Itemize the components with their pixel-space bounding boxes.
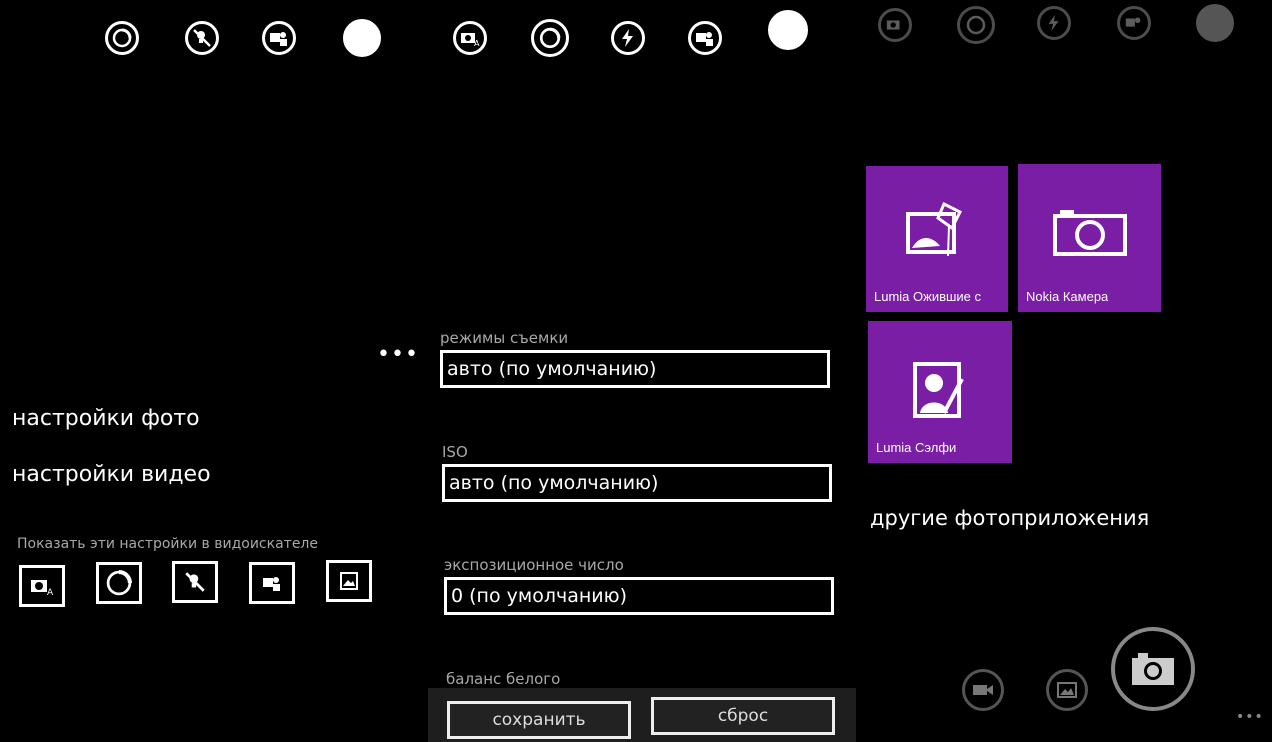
exposure-value-label: экспозиционное число [444, 556, 624, 574]
more-options-button[interactable]: ••• [377, 344, 419, 366]
gallery-icon[interactable] [1046, 669, 1088, 711]
scene-portrait-icon[interactable] [262, 21, 296, 55]
reset-button[interactable]: сброс [651, 697, 835, 735]
camera-auto-icon[interactable]: A [19, 565, 65, 607]
video-camera-icon[interactable] [962, 669, 1004, 711]
exposure-toggle-icon[interactable] [105, 21, 139, 55]
iso-label: ISO [442, 443, 468, 461]
focus-assist-off-icon[interactable] [172, 561, 218, 603]
shooting-mode-select[interactable]: авто (по умолчанию) [440, 350, 830, 388]
exposure-icon[interactable] [531, 19, 569, 57]
white-balance-label: баланс белого [446, 670, 561, 688]
flash-auto-icon[interactable] [1037, 6, 1071, 40]
exposure-icon[interactable] [96, 562, 142, 604]
tile-label: Nokia Камера [1026, 289, 1109, 304]
scene-portrait-icon[interactable] [249, 562, 295, 604]
app-bar-more-button[interactable]: ••• [1236, 710, 1264, 724]
save-button[interactable]: сохранить [447, 701, 631, 739]
image-icon[interactable] [326, 560, 372, 602]
white-balance-icon[interactable] [1196, 4, 1234, 42]
camera-auto-icon[interactable] [878, 8, 912, 42]
camera-icon [1132, 653, 1174, 685]
white-balance-icon[interactable] [343, 19, 381, 57]
svg-text:A: A [474, 39, 480, 48]
viewfinder-settings-label: Показать эти настройки в видоискателе [17, 536, 318, 552]
scene-portrait-icon[interactable] [688, 21, 722, 55]
tile-label: Lumia Ожившие с [874, 289, 982, 304]
white-balance-icon[interactable] [768, 10, 808, 50]
svg-text:A: A [47, 588, 54, 597]
flash-auto-icon[interactable] [611, 21, 645, 55]
selfie-icon [912, 361, 972, 427]
tile-lumia-selfie[interactable]: Lumia Сэлфи [868, 321, 1012, 463]
video-settings-link[interactable]: настройки видео [12, 462, 211, 487]
shooting-mode-label: режимы съемки [440, 329, 569, 347]
focus-assist-off-icon[interactable] [185, 21, 219, 55]
kite-photo-icon [904, 200, 968, 268]
shutter-button[interactable] [1111, 627, 1195, 711]
camera-icon [1052, 208, 1128, 262]
exposure-icon[interactable] [957, 6, 995, 44]
other-photo-apps-link[interactable]: другие фотоприложения [870, 506, 1149, 530]
exposure-value-select[interactable]: 0 (по умолчанию) [444, 577, 834, 615]
camera-auto-icon[interactable]: A [453, 21, 487, 55]
tile-nokia-camera[interactable]: Nokia Камера [1018, 164, 1161, 312]
tile-label: Lumia Сэлфи [876, 440, 957, 455]
photo-settings-link[interactable]: настройки фото [12, 406, 200, 431]
iso-select[interactable]: авто (по умолчанию) [442, 464, 832, 502]
scene-portrait-icon[interactable] [1117, 6, 1151, 40]
tile-lumia-living-images[interactable]: Lumia Ожившие с [866, 166, 1008, 312]
